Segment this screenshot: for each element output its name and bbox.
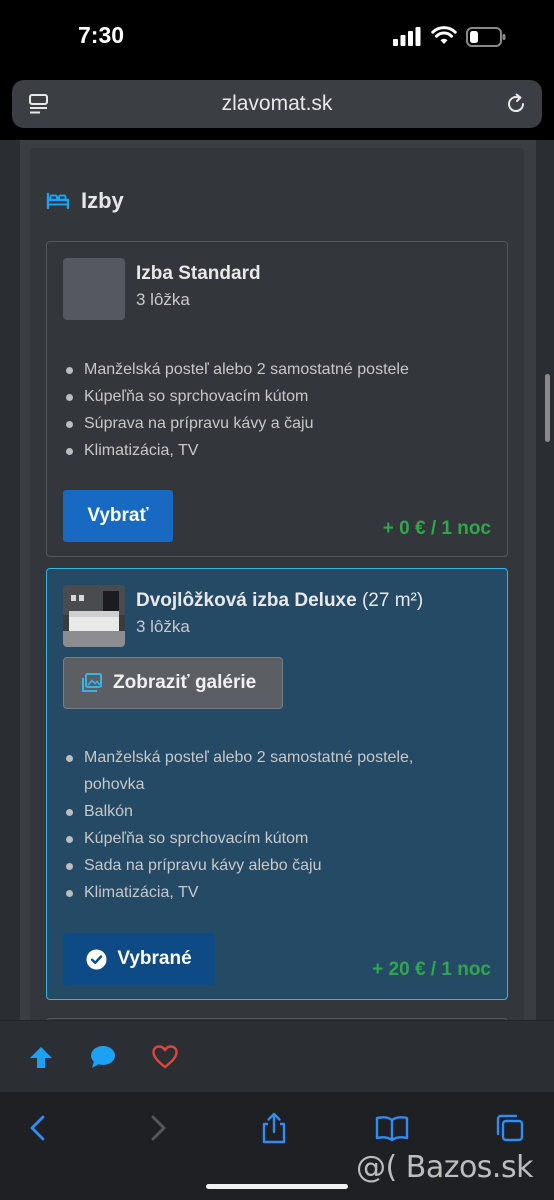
- rooms-panel: Izby Izba Standard 3 lôžka Manželská pos…: [30, 148, 524, 1020]
- room-beds: 3 lôžka: [136, 290, 190, 309]
- list-item: Manželská posteľ alebo 2 samostatné post…: [63, 356, 409, 383]
- share-icon[interactable]: [259, 1112, 289, 1144]
- room-name: Izba Standard: [136, 263, 261, 285]
- forward-icon[interactable]: [142, 1112, 172, 1144]
- show-gallery-label: Zobraziť galérie: [113, 672, 257, 693]
- back-icon[interactable]: [24, 1112, 54, 1144]
- feature-list: Manželská posteľ alebo 2 samostatné post…: [63, 356, 409, 464]
- list-item: Súprava na prípravu kávy a čaju: [63, 410, 409, 437]
- bed-icon: [46, 192, 70, 210]
- room-card-standard: Izba Standard 3 lôžka Manželská posteľ a…: [46, 241, 508, 557]
- tabs-overview-icon[interactable]: [495, 1112, 525, 1144]
- status-bar: 7:30: [0, 0, 554, 76]
- wifi-icon: [431, 26, 457, 44]
- heart-icon[interactable]: [151, 1043, 179, 1071]
- gallery-icon: [82, 673, 102, 692]
- list-item: Klimatizácia, TV: [63, 437, 409, 464]
- page-content: Izby Izba Standard 3 lôžka Manželská pos…: [0, 140, 554, 1020]
- list-item: Balkón: [63, 798, 463, 825]
- selected-room-label: Vybrané: [117, 948, 192, 969]
- scrollbar-thumb[interactable]: [545, 374, 550, 442]
- list-item: Kúpeľňa so sprchovacím kútom: [63, 383, 409, 410]
- list-item: Manželská posteľ alebo 2 samostatné post…: [63, 744, 463, 798]
- room-name-text: Dvojlôžková izba Deluxe: [136, 590, 357, 611]
- room-price: + 20 € / 1 noc: [372, 959, 491, 980]
- feature-list: Manželská posteľ alebo 2 samostatné post…: [63, 744, 463, 906]
- page-action-bar: [0, 1020, 554, 1092]
- room-name-text: Izba Standard: [136, 263, 261, 284]
- reload-icon[interactable]: [504, 92, 528, 116]
- selected-room-button[interactable]: Vybrané: [63, 933, 215, 985]
- arrow-up-icon[interactable]: [27, 1043, 55, 1071]
- watermark: @( Bazos.sk: [356, 1150, 533, 1185]
- check-circle-icon: [86, 949, 107, 969]
- section-header: Izby: [46, 186, 124, 216]
- room-price: + 0 € / 1 noc: [382, 518, 491, 539]
- list-item: Sada na prípravu kávy alebo čaju: [63, 852, 463, 879]
- room-area: (27 m²): [361, 590, 424, 611]
- list-item: Kúpeľňa so sprchovacím kútom: [63, 825, 463, 852]
- room-name: Dvojlôžková izba Deluxe (27 m²): [136, 590, 423, 612]
- status-time: 7:30: [78, 22, 125, 48]
- show-gallery-button[interactable]: Zobraziť galérie: [63, 657, 283, 709]
- battery-icon: [466, 27, 506, 47]
- select-room-button[interactable]: Vybrať: [63, 490, 173, 542]
- chat-bubble-icon[interactable]: [89, 1043, 117, 1071]
- room-photo[interactable]: [63, 585, 125, 647]
- list-item: Klimatizácia, TV: [63, 879, 463, 906]
- cellular-signal-icon: [393, 27, 421, 46]
- room-beds: 3 lôžka: [136, 617, 190, 636]
- room-thumbnail-placeholder: [63, 258, 125, 320]
- room-photo-image: [63, 585, 125, 647]
- section-title: Izby: [81, 188, 124, 213]
- url-text[interactable]: zlavomat.sk: [12, 92, 542, 116]
- room-card-deluxe: Dvojlôžková izba Deluxe (27 m²) 3 lôžka …: [46, 568, 508, 1000]
- bookmarks-icon[interactable]: [375, 1112, 409, 1144]
- address-bar[interactable]: zlavomat.sk: [12, 80, 542, 128]
- home-indicator[interactable]: [206, 1184, 348, 1189]
